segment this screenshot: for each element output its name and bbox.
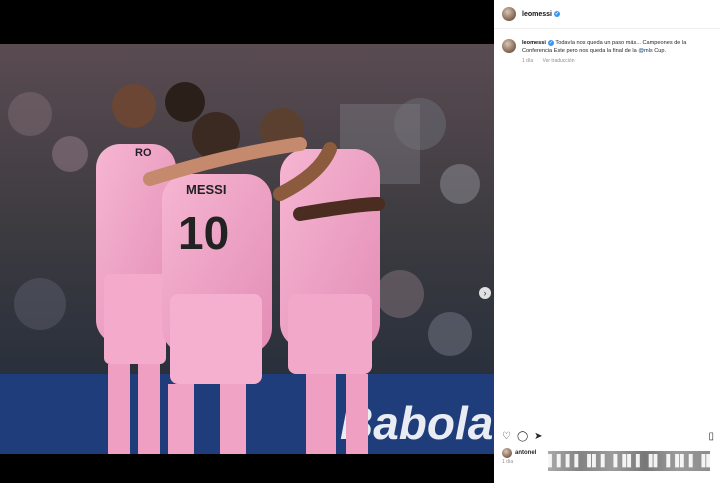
caption-avatar[interactable]: [502, 39, 516, 53]
caption-meta: 1 día Ver traducción: [522, 57, 712, 65]
liker-username[interactable]: antonel: [515, 450, 536, 456]
header-username[interactable]: leomessi ✓: [522, 11, 560, 18]
jersey-name: MESSI: [186, 182, 226, 197]
verified-badge-icon: ✓: [547, 39, 554, 46]
next-photo-button[interactable]: ›: [479, 287, 491, 299]
post-header: leomessi ✓: [494, 0, 720, 29]
comment-icon[interactable]: ◯: [517, 432, 528, 442]
caption-row: leomessi ✓ Todavía nos queda un paso más.…: [494, 29, 720, 65]
post-side-panel: leomessi ✓ leomessi ✓ Todavía nos queda un…: [494, 0, 720, 483]
caption-mention-link[interactable]: @mls: [638, 48, 652, 54]
jersey-number: 10: [178, 207, 229, 259]
send-icon[interactable]: ➤: [534, 432, 542, 442]
see-translation-link[interactable]: Ver traducción: [543, 58, 575, 64]
liker-avatar[interactable]: [502, 448, 512, 458]
bottom-letterbox: [0, 454, 494, 483]
post-photo[interactable]: Babolat RO MESSI 10 ›: [0, 44, 494, 454]
caption-end: Cup.: [652, 48, 667, 54]
heart-icon[interactable]: ♡: [502, 432, 511, 442]
caption-body: leomessi ✓ Todavía nos queda un paso más.…: [522, 39, 712, 65]
avatar[interactable]: [502, 7, 516, 21]
caption-time: 1 día: [522, 58, 534, 64]
caption-username[interactable]: leomessi: [522, 40, 546, 46]
players-celebration-image: Babolat RO MESSI 10: [0, 44, 494, 454]
watermark-text: ▌▌▌▌▐▌▌▐▐▌▌▐▌▐▐▌▌▐▌▐▐▌▌: [548, 455, 710, 467]
jersey-name-2: RO: [135, 147, 152, 159]
top-letterbox: [0, 0, 494, 44]
post-date: 1 día: [502, 459, 514, 465]
post-actions: ♡ ◯ ➤ ▯: [502, 430, 714, 444]
chevron-right-icon: ›: [483, 288, 487, 298]
verified-badge-icon: ✓: [553, 10, 560, 17]
bookmark-icon[interactable]: ▯: [708, 432, 714, 442]
